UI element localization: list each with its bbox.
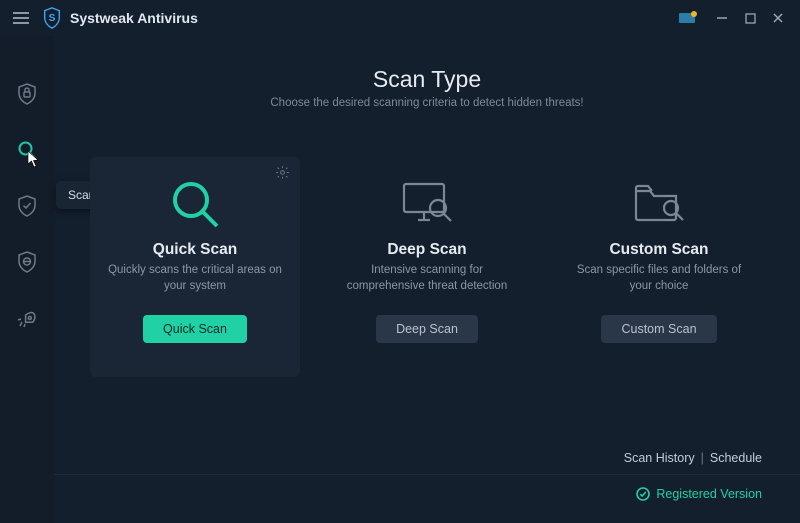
sidebar-item-web[interactable]: [13, 248, 41, 276]
card-quick-scan[interactable]: Quick Scan Quickly scans the critical ar…: [90, 157, 300, 377]
magnifier-icon: [167, 176, 223, 232]
quick-scan-title: Quick Scan: [153, 241, 237, 259]
custom-scan-icon: [628, 173, 690, 235]
quick-scan-icon: [164, 173, 226, 235]
custom-scan-desc: Scan specific files and folders of your …: [572, 263, 746, 297]
page-subtitle: Choose the desired scanning criteria to …: [90, 97, 764, 109]
registration-status: Registered Version: [636, 487, 762, 501]
separator: |: [701, 451, 704, 465]
deep-scan-icon: [396, 173, 458, 235]
monitor-search-icon: [400, 180, 454, 228]
titlebar: S Systweak Antivirus: [0, 0, 800, 36]
deep-scan-desc: Intensive scanning for comprehensive thr…: [340, 263, 514, 297]
maximize-icon: [745, 13, 756, 24]
registration-label: Registered Version: [656, 487, 762, 501]
cursor-icon: [27, 150, 41, 168]
premium-badge-icon[interactable]: [678, 11, 700, 25]
schedule-link[interactable]: Schedule: [710, 451, 762, 465]
shield-check-icon: [17, 195, 37, 217]
sidebar-item-scan-types[interactable]: [13, 136, 41, 164]
folder-search-icon: [632, 181, 686, 227]
footer-links: Scan History | Schedule: [624, 451, 762, 465]
page-title: Scan Type: [90, 66, 764, 93]
app-window: S Systweak Antivirus: [0, 0, 800, 523]
rocket-icon: [17, 308, 37, 328]
close-button[interactable]: [764, 4, 792, 32]
footer-divider: [54, 474, 800, 475]
maximize-button[interactable]: [736, 4, 764, 32]
sidebar: Scan Types: [0, 36, 54, 523]
quick-scan-button[interactable]: Quick Scan: [143, 315, 247, 343]
deep-scan-title: Deep Scan: [387, 241, 466, 259]
card-deep-scan[interactable]: Deep Scan Intensive scanning for compreh…: [322, 157, 532, 377]
sidebar-item-boost[interactable]: [13, 304, 41, 332]
sidebar-item-protection[interactable]: [13, 192, 41, 220]
card-custom-scan[interactable]: Custom Scan Scan specific files and fold…: [554, 157, 764, 377]
hamburger-icon: [12, 11, 30, 25]
scan-cards-row: Quick Scan Quickly scans the critical ar…: [90, 157, 764, 377]
scan-history-link[interactable]: Scan History: [624, 451, 695, 465]
custom-scan-button[interactable]: Custom Scan: [601, 315, 716, 343]
app-logo: S Systweak Antivirus: [42, 7, 198, 29]
sidebar-item-status[interactable]: [13, 80, 41, 108]
gear-icon: [275, 165, 290, 180]
quick-scan-desc: Quickly scans the critical areas on your…: [108, 263, 282, 297]
svg-text:S: S: [49, 13, 56, 24]
menu-button[interactable]: [4, 0, 38, 36]
minimize-icon: [716, 12, 728, 24]
minimize-button[interactable]: [708, 4, 736, 32]
shield-e-icon: [17, 251, 37, 273]
app-title: Systweak Antivirus: [70, 10, 198, 26]
body: Scan Types Scan Type Choose the desired …: [0, 36, 800, 523]
check-circle-icon: [636, 487, 650, 501]
shield-logo-icon: S: [42, 7, 62, 29]
main-content: Scan Type Choose the desired scanning cr…: [54, 36, 800, 523]
shield-lock-icon: [17, 83, 37, 105]
close-icon: [772, 12, 784, 24]
deep-scan-button[interactable]: Deep Scan: [376, 315, 478, 343]
quick-scan-settings-button[interactable]: [275, 165, 290, 185]
custom-scan-title: Custom Scan: [609, 241, 708, 259]
